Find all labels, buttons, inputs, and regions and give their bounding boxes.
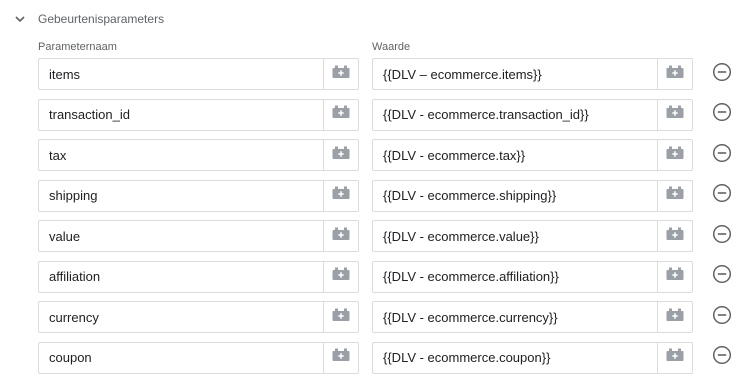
parameter-value-field[interactable]: {{DLV - ecommerce.coupon}} (372, 341, 693, 374)
variable-picker-button[interactable] (657, 140, 692, 170)
column-label-value: Waarde (372, 41, 411, 53)
parameter-row: transaction_id {{DLV - ecommerce.transac… (0, 98, 750, 139)
variable-picker-icon (332, 308, 350, 327)
parameter-name-input[interactable]: coupon (39, 343, 323, 373)
variable-picker-icon (666, 186, 684, 205)
variable-picker-button[interactable] (323, 342, 358, 373)
variable-picker-icon (332, 146, 350, 165)
parameter-row: affiliation {{DLV - ecommerce.affiliatio… (0, 260, 750, 301)
remove-row-button[interactable] (711, 345, 733, 370)
variable-picker-button[interactable] (657, 180, 692, 211)
parameter-name-input[interactable]: affiliation (39, 262, 323, 292)
remove-row-button[interactable] (711, 143, 733, 168)
parameter-row: coupon {{DLV - ecommerce.coupon}} (0, 341, 750, 381)
parameter-value-input[interactable]: {{DLV - ecommerce.currency}} (373, 302, 657, 332)
variable-picker-icon (332, 348, 350, 367)
remove-circle-icon (712, 264, 732, 289)
parameter-name-input[interactable]: currency (39, 302, 323, 332)
variable-picker-button[interactable] (323, 140, 358, 170)
variable-picker-button[interactable] (323, 59, 358, 89)
remove-circle-icon (712, 143, 732, 168)
parameter-row: tax {{DLV - ecommerce.tax}} (0, 138, 750, 179)
remove-circle-icon (712, 102, 732, 127)
section-title: Gebeurtenisparameters (38, 12, 165, 26)
variable-picker-button[interactable] (323, 180, 358, 211)
parameter-rows: items {{DLV – ecommerce.items}} transact… (0, 57, 750, 381)
variable-picker-button[interactable] (323, 221, 358, 251)
parameter-value-input[interactable]: {{DLV - ecommerce.affiliation}} (373, 262, 657, 292)
parameter-value-input[interactable]: {{DLV - ecommerce.tax}} (373, 140, 657, 170)
variable-picker-button[interactable] (323, 261, 358, 292)
parameter-row: currency {{DLV - ecommerce.currency}} (0, 300, 750, 341)
remove-circle-icon (712, 305, 732, 330)
variable-picker-icon (666, 267, 684, 286)
variable-picker-icon (332, 267, 350, 286)
parameter-name-field[interactable]: coupon (38, 341, 359, 374)
parameter-name-input[interactable]: tax (39, 140, 323, 170)
remove-circle-icon (712, 62, 732, 87)
variable-picker-button[interactable] (657, 99, 692, 130)
parameter-name-field[interactable]: tax (38, 139, 359, 171)
parameter-name-field[interactable]: currency (38, 301, 359, 333)
parameter-value-input[interactable]: {{DLV – ecommerce.items}} (373, 59, 657, 89)
remove-circle-icon (712, 345, 732, 370)
variable-picker-icon (332, 105, 350, 124)
variable-picker-button[interactable] (657, 302, 692, 332)
parameter-value-field[interactable]: {{DLV - ecommerce.shipping}} (372, 179, 693, 212)
chevron-down-icon[interactable] (12, 11, 28, 27)
variable-picker-button[interactable] (323, 99, 358, 130)
section-header[interactable]: Gebeurtenisparameters (12, 8, 164, 30)
parameter-name-input[interactable]: value (39, 221, 323, 251)
parameter-name-input[interactable]: transaction_id (39, 100, 323, 130)
parameter-value-input[interactable]: {{DLV - ecommerce.shipping}} (373, 181, 657, 211)
parameter-value-input[interactable]: {{DLV - ecommerce.coupon}} (373, 343, 657, 373)
parameter-name-input[interactable]: shipping (39, 181, 323, 211)
variable-picker-icon (666, 146, 684, 165)
parameter-name-field[interactable]: shipping (38, 179, 359, 212)
variable-picker-icon (666, 65, 684, 84)
variable-picker-button[interactable] (657, 59, 692, 89)
parameter-row: value {{DLV - ecommerce.value}} (0, 219, 750, 260)
variable-picker-icon (666, 348, 684, 367)
column-label-name: Parameternaam (38, 41, 117, 53)
parameter-name-field[interactable]: affiliation (38, 260, 359, 293)
parameter-value-field[interactable]: {{DLV - ecommerce.affiliation}} (372, 260, 693, 293)
variable-picker-icon (666, 308, 684, 327)
parameter-name-input[interactable]: items (39, 59, 323, 89)
remove-row-button[interactable] (711, 224, 733, 249)
variable-picker-icon (666, 105, 684, 124)
variable-picker-button[interactable] (323, 302, 358, 332)
parameter-row: items {{DLV – ecommerce.items}} (0, 57, 750, 98)
parameter-name-field[interactable]: items (38, 58, 359, 90)
remove-row-button[interactable] (711, 264, 733, 289)
remove-circle-icon (712, 183, 732, 208)
remove-row-button[interactable] (711, 62, 733, 87)
remove-row-button[interactable] (711, 183, 733, 208)
variable-picker-icon (332, 65, 350, 84)
parameter-name-field[interactable]: transaction_id (38, 98, 359, 131)
parameter-value-field[interactable]: {{DLV - ecommerce.currency}} (372, 301, 693, 333)
remove-circle-icon (712, 224, 732, 249)
variable-picker-icon (666, 227, 684, 246)
remove-row-button[interactable] (711, 305, 733, 330)
variable-picker-icon (332, 227, 350, 246)
variable-picker-button[interactable] (657, 342, 692, 373)
variable-picker-button[interactable] (657, 261, 692, 292)
remove-row-button[interactable] (711, 102, 733, 127)
parameter-value-input[interactable]: {{DLV - ecommerce.transaction_id}} (373, 100, 657, 130)
variable-picker-icon (332, 186, 350, 205)
parameter-value-field[interactable]: {{DLV - ecommerce.transaction_id}} (372, 98, 693, 131)
parameter-value-input[interactable]: {{DLV - ecommerce.value}} (373, 221, 657, 251)
parameter-value-field[interactable]: {{DLV - ecommerce.tax}} (372, 139, 693, 171)
parameter-value-field[interactable]: {{DLV - ecommerce.value}} (372, 220, 693, 252)
parameter-row: shipping {{DLV - ecommerce.shipping}} (0, 179, 750, 220)
parameter-name-field[interactable]: value (38, 220, 359, 252)
variable-picker-button[interactable] (657, 221, 692, 251)
parameter-value-field[interactable]: {{DLV – ecommerce.items}} (372, 58, 693, 90)
